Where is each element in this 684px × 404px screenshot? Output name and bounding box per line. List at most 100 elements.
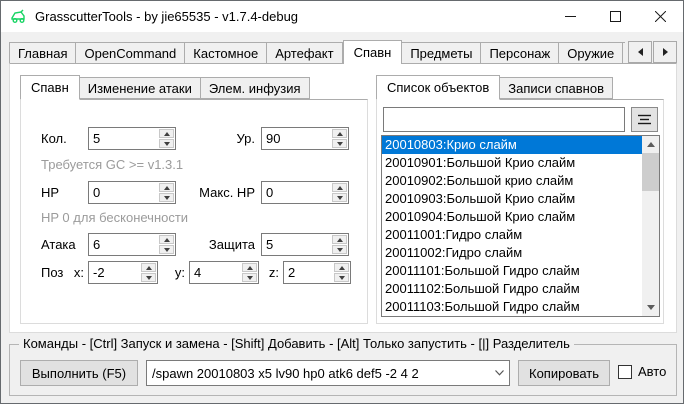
subtab-spawn[interactable]: Спавн [20, 75, 80, 100]
maximize-button[interactable] [593, 1, 638, 31]
spin-up-button[interactable] [332, 235, 347, 244]
tab-main[interactable]: Главная [9, 42, 76, 64]
maxhp-stepper[interactable]: 0 [261, 181, 349, 204]
pos-x-stepper[interactable]: -2 [88, 261, 158, 284]
pos-y-stepper[interactable]: 4 [189, 261, 259, 284]
stepper-buttons [331, 128, 348, 149]
combo-dropdown-button[interactable] [489, 370, 509, 376]
list-item[interactable]: 20011103:Большой Гидро слайм [382, 298, 642, 316]
tab-custom[interactable]: Кастомное [185, 42, 267, 64]
auto-checkbox-wrap: Авто [618, 364, 666, 379]
tab-artifact[interactable]: Артефакт [267, 42, 342, 64]
list-item[interactable]: 20011002:Гидро слайм [382, 244, 642, 262]
tab-opencommand[interactable]: OpenCommand [76, 42, 185, 64]
tab-spawn-records[interactable]: Записи спавнов [500, 77, 613, 99]
subtab-label: Элем. инфузия [209, 81, 301, 96]
atk-stepper[interactable]: 6 [88, 233, 176, 256]
list-item[interactable]: 20010903:Большой Крио слайм [382, 190, 642, 208]
atk-label: Атака [41, 233, 76, 256]
spin-down-button[interactable] [141, 273, 156, 282]
spin-down-button[interactable] [332, 139, 347, 148]
list-item[interactable]: 20010902:Большой крио слайм [382, 172, 642, 190]
minimize-button[interactable] [548, 1, 593, 31]
list-item[interactable]: 20010904:Большой Крио слайм [382, 208, 642, 226]
hp-value: 0 [89, 182, 158, 203]
spin-up-button[interactable] [332, 183, 347, 192]
subtab-elem-infusion[interactable]: Элем. инфузия [201, 77, 310, 99]
search-box [383, 107, 625, 132]
spin-down-button[interactable] [159, 245, 174, 254]
list-item[interactable]: 20011001:Гидро слайм [382, 226, 642, 244]
filter-menu-button[interactable] [631, 107, 658, 132]
close-button[interactable] [638, 1, 683, 31]
def-stepper[interactable]: 5 [261, 233, 349, 256]
copy-button[interactable]: Копировать [518, 360, 610, 386]
list-item[interactable]: 20011102:Большой Гидро слайм [382, 280, 642, 298]
spin-up-button[interactable] [332, 129, 347, 138]
command-input[interactable] [147, 366, 489, 381]
scrollbar-up-button[interactable] [642, 136, 659, 153]
tab-label: Спавн [354, 45, 392, 60]
stepper-buttons [241, 262, 258, 283]
tab-scroll-left-button[interactable] [628, 41, 652, 63]
scrollbar-thumb[interactable] [642, 153, 659, 191]
tab-label: Оружие [567, 46, 614, 61]
spawn-form-page: Кол. 5 Ур. 90 Требуется GC >= v1.3.1 HP … [20, 99, 368, 324]
pos-z-label: z: [261, 261, 279, 284]
arrow-down-icon [247, 276, 253, 280]
gc-version-note: Требуется GC >= v1.3.1 [41, 157, 183, 172]
spin-up-button[interactable] [159, 235, 174, 244]
subtab-label: Изменение атаки [88, 81, 192, 96]
pos-label: Поз [41, 261, 63, 284]
stepper-buttons [333, 262, 350, 283]
close-icon [655, 11, 666, 22]
spin-down-button[interactable] [334, 273, 349, 282]
count-stepper[interactable]: 5 [88, 127, 176, 150]
level-value: 90 [262, 128, 331, 149]
subtab-attack-mod[interactable]: Изменение атаки [80, 77, 201, 99]
list-item[interactable]: 20010901:Большой Крио слайм [382, 154, 642, 172]
spin-up-button[interactable] [334, 263, 349, 272]
spin-up-button[interactable] [242, 263, 257, 272]
count-label: Кол. [41, 127, 67, 150]
pos-z-stepper[interactable]: 2 [283, 261, 351, 284]
stepper-buttons [140, 262, 157, 283]
level-stepper[interactable]: 90 [261, 127, 349, 150]
list-item[interactable]: 20011101:Большой Гидро слайм [382, 262, 642, 280]
spin-down-button[interactable] [242, 273, 257, 282]
arrow-right-icon [663, 48, 668, 56]
auto-checkbox[interactable] [618, 365, 632, 379]
spin-up-button[interactable] [141, 263, 156, 272]
tab-spawn[interactable]: Спавн [343, 40, 403, 64]
spin-down-button[interactable] [332, 245, 347, 254]
tab-scroll-right-button[interactable] [653, 41, 677, 63]
spin-down-button[interactable] [332, 193, 347, 202]
main-tabstrip: Главная OpenCommand Кастомное Артефакт С… [9, 39, 677, 64]
commands-groupbox-title: Команды - [Ctrl] Запуск и замена - [Shif… [19, 336, 574, 351]
scrollbar-down-button[interactable] [642, 299, 659, 316]
list-item[interactable]: 20010803:Крио слайм [382, 136, 642, 154]
spin-down-button[interactable] [159, 139, 174, 148]
hp-stepper[interactable]: 0 [88, 181, 176, 204]
stepper-buttons [158, 128, 175, 149]
arrow-left-icon [638, 48, 643, 56]
stepper-buttons [331, 182, 348, 203]
spin-up-button[interactable] [159, 129, 174, 138]
tab-entity-list[interactable]: Список объектов [376, 75, 500, 100]
arrow-up-icon [164, 238, 170, 242]
command-combobox[interactable] [146, 360, 510, 386]
spawn-tab-page: Спавн Изменение атаки Элем. инфузия Кол.… [9, 63, 677, 333]
caption-buttons [548, 1, 683, 31]
run-button[interactable]: Выполнить (F5) [20, 360, 138, 386]
menu-icon [638, 114, 651, 125]
tab-character[interactable]: Персонаж [481, 42, 559, 64]
tab-items[interactable]: Предметы [402, 42, 481, 64]
arrow-down-icon [337, 142, 343, 146]
search-input[interactable] [384, 108, 624, 131]
spawn-subtabstrip: Спавн Изменение атаки Элем. инфузия [20, 74, 310, 99]
spin-down-button[interactable] [159, 193, 174, 202]
tab-weapon[interactable]: Оружие [559, 42, 623, 64]
spin-up-button[interactable] [159, 183, 174, 192]
arrow-up-icon [337, 238, 343, 242]
scrollbar-track[interactable] [642, 153, 659, 299]
